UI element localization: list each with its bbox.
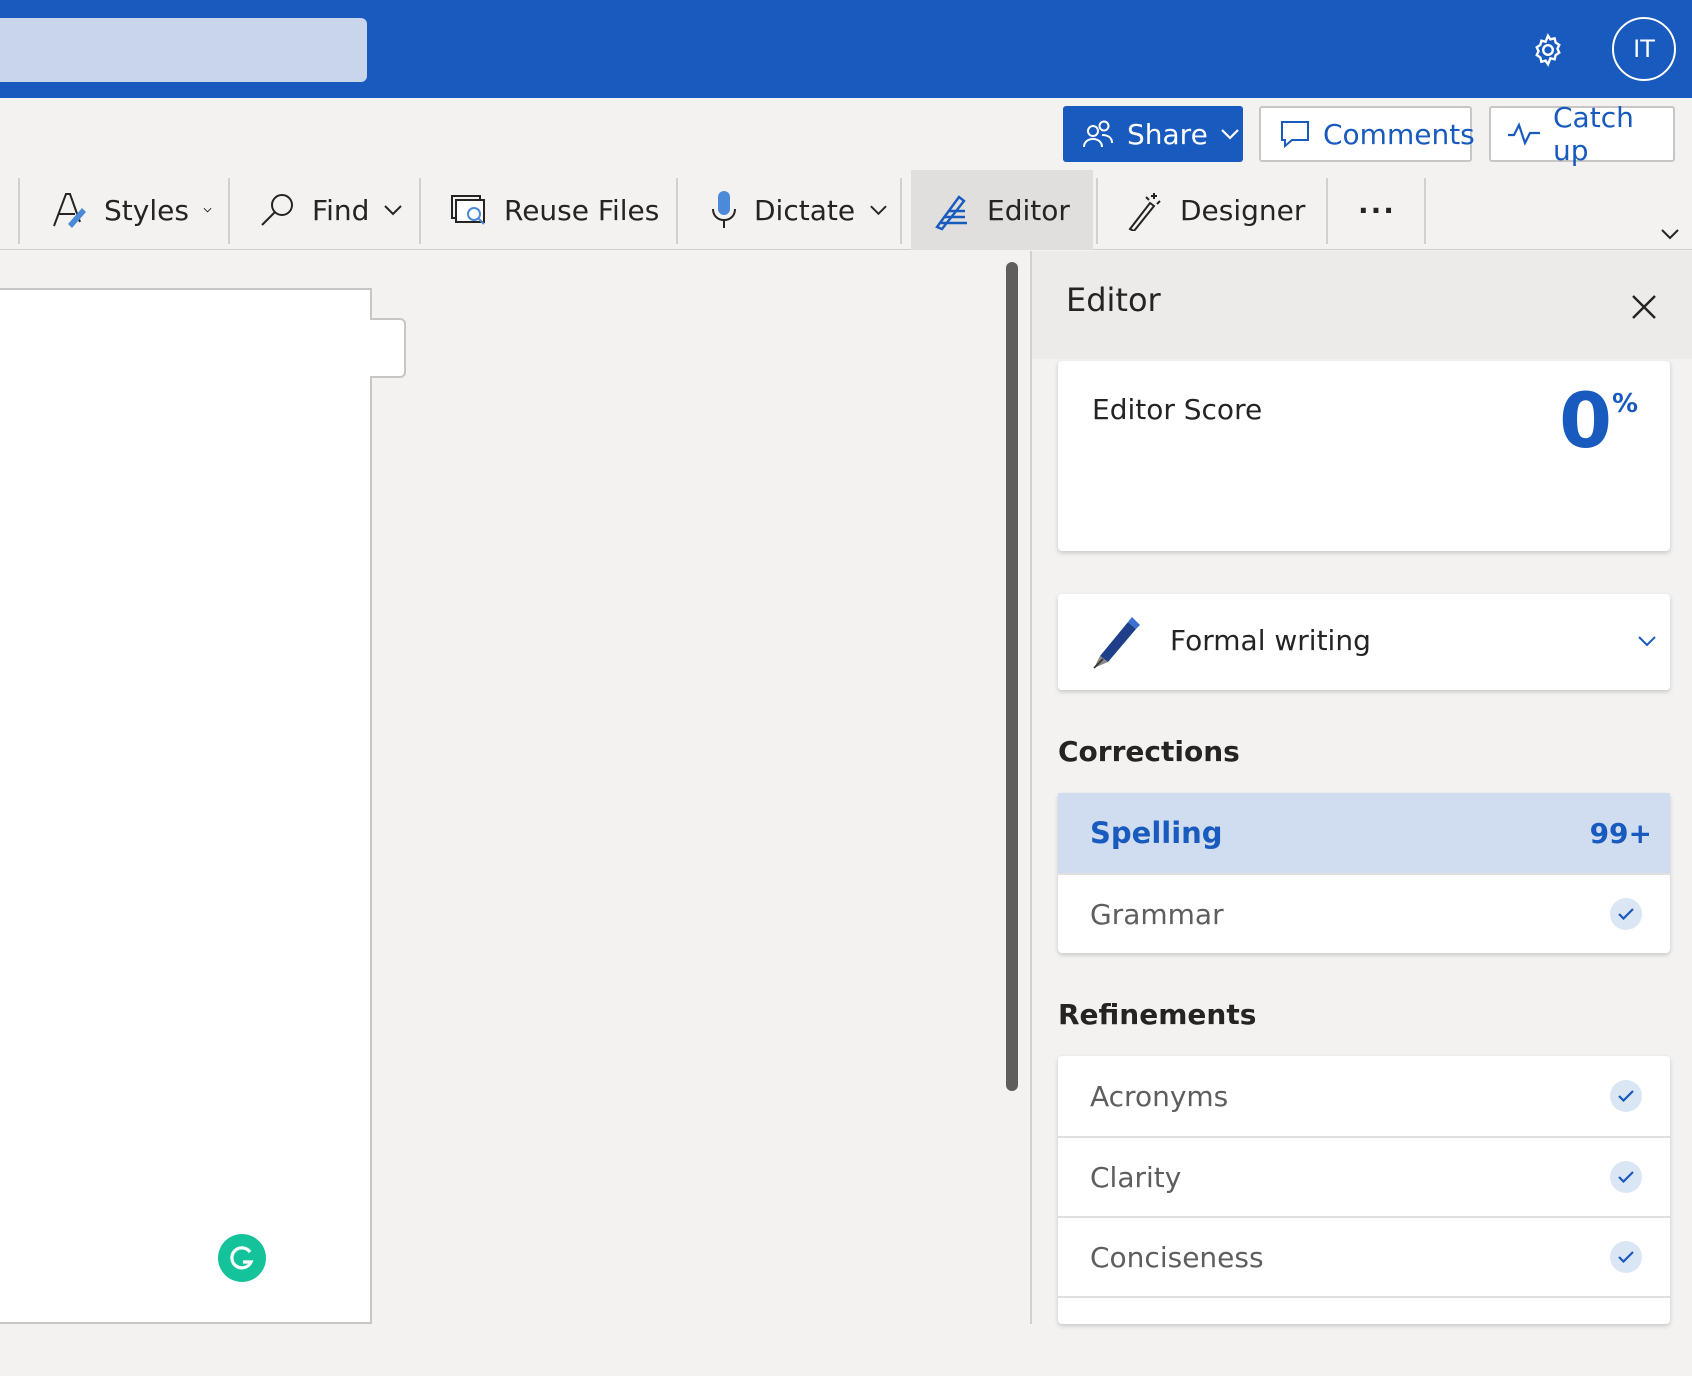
checkmark-icon — [1610, 1161, 1642, 1193]
editor-score-card: Editor Score 0 % — [1058, 361, 1670, 551]
correction-label: Spelling — [1090, 816, 1223, 850]
editor-button[interactable]: Editor — [911, 170, 1093, 250]
corrections-heading: Corrections — [1058, 735, 1240, 768]
refinements-list: Acronyms Clarity Conciseness — [1058, 1056, 1670, 1324]
correction-item-grammar[interactable]: Grammar — [1058, 873, 1670, 953]
refinement-item-partial[interactable] — [1058, 1296, 1670, 1376]
people-icon — [1081, 119, 1115, 149]
document-margin-tab[interactable] — [370, 318, 406, 378]
catch-up-button[interactable]: Catch up — [1489, 101, 1675, 167]
refinement-item-conciseness[interactable]: Conciseness — [1058, 1216, 1670, 1296]
styles-label: Styles — [104, 193, 189, 227]
gear-icon — [1530, 32, 1566, 68]
dictate-button[interactable]: Dictate — [708, 170, 888, 250]
ribbon-separator — [1326, 178, 1328, 244]
ribbon-separator — [676, 178, 678, 244]
refinement-item-clarity[interactable]: Clarity — [1058, 1136, 1670, 1216]
refinement-item-acronyms[interactable]: Acronyms — [1058, 1056, 1670, 1136]
close-button[interactable] — [1624, 287, 1664, 327]
ribbon-separator — [900, 178, 902, 244]
fountain-pen-icon — [1088, 612, 1146, 670]
settings-button[interactable] — [1522, 24, 1574, 76]
comment-icon — [1279, 119, 1311, 149]
editor-label: Editor — [987, 193, 1070, 227]
comments-label: Comments — [1323, 117, 1475, 151]
chevron-down-icon — [870, 205, 887, 216]
comments-button[interactable]: Comments — [1259, 106, 1475, 162]
styles-icon — [50, 190, 90, 230]
writing-style-dropdown[interactable]: Formal writing — [1058, 594, 1670, 690]
chevron-down-icon — [1220, 128, 1240, 140]
editor-score-unit: % — [1611, 389, 1638, 419]
find-button[interactable]: Find — [258, 170, 408, 250]
checkmark-icon — [1610, 1241, 1642, 1273]
ribbon-separator — [419, 178, 421, 244]
share-button[interactable]: Share — [1063, 106, 1243, 162]
close-icon — [1631, 294, 1657, 320]
find-label: Find — [312, 193, 370, 227]
editor-pane-title: Editor — [1066, 281, 1161, 319]
checkmark-icon — [1610, 1080, 1642, 1112]
ribbon-separator — [1424, 178, 1426, 244]
dictate-label: Dictate — [754, 193, 856, 227]
ribbon-separator — [18, 178, 20, 244]
ribbon-separator — [228, 178, 230, 244]
chevron-down-icon — [1661, 229, 1679, 240]
checkmark-icon — [1610, 898, 1642, 930]
activity-icon — [1507, 121, 1541, 147]
document-scrollbar[interactable] — [1006, 262, 1018, 1091]
editor-score-label: Editor Score — [1092, 393, 1263, 426]
share-label: Share — [1127, 117, 1208, 151]
designer-label: Designer — [1180, 193, 1306, 227]
ribbon-expand-button[interactable] — [1660, 228, 1680, 240]
refinement-label: Conciseness — [1090, 1240, 1264, 1274]
refinement-label: Acronyms — [1090, 1079, 1229, 1113]
designer-button[interactable]: Designer — [1126, 170, 1306, 250]
refinement-label: Clarity — [1090, 1160, 1182, 1194]
spelling-count-badge: 99+ — [1589, 816, 1652, 850]
microphone-icon — [708, 189, 740, 231]
ribbon: Styles Find Reuse Files Dictate Editor D… — [0, 170, 1692, 250]
reuse-files-label: Reuse Files — [504, 193, 660, 227]
chevron-down-icon — [1638, 636, 1656, 647]
designer-wand-icon — [1126, 189, 1166, 231]
more-options-button[interactable]: ··· — [1332, 170, 1422, 250]
editor-score-value: 0 — [1559, 376, 1612, 465]
chevron-down-icon — [384, 205, 403, 216]
reuse-files-icon — [450, 190, 490, 230]
writing-style-label: Formal writing — [1170, 624, 1371, 657]
ribbon-separator — [1096, 178, 1098, 244]
editor-pen-icon — [931, 189, 973, 231]
editor-pane-header: Editor — [1032, 251, 1692, 359]
catch-up-label: Catch up — [1553, 101, 1634, 167]
more-label: ··· — [1358, 193, 1396, 227]
reuse-files-button[interactable]: Reuse Files — [450, 170, 660, 250]
title-bar: IT — [0, 0, 1692, 98]
document-page[interactable] — [0, 288, 372, 1324]
grammarly-g-icon — [227, 1243, 257, 1273]
styles-button[interactable]: Styles — [50, 170, 212, 250]
editor-pane: Editor Editor Score 0 % Formal writing C… — [1030, 251, 1692, 1324]
search-icon — [258, 190, 298, 230]
grammarly-button[interactable] — [218, 1234, 266, 1282]
avatar[interactable]: IT — [1612, 17, 1676, 81]
refinements-heading: Refinements — [1058, 998, 1257, 1031]
corrections-list: Spelling 99+ Grammar — [1058, 793, 1670, 953]
correction-item-spelling[interactable]: Spelling 99+ — [1058, 793, 1670, 873]
correction-label: Grammar — [1090, 897, 1224, 931]
search-box[interactable] — [0, 18, 367, 82]
chevron-down-icon — [203, 207, 212, 213]
